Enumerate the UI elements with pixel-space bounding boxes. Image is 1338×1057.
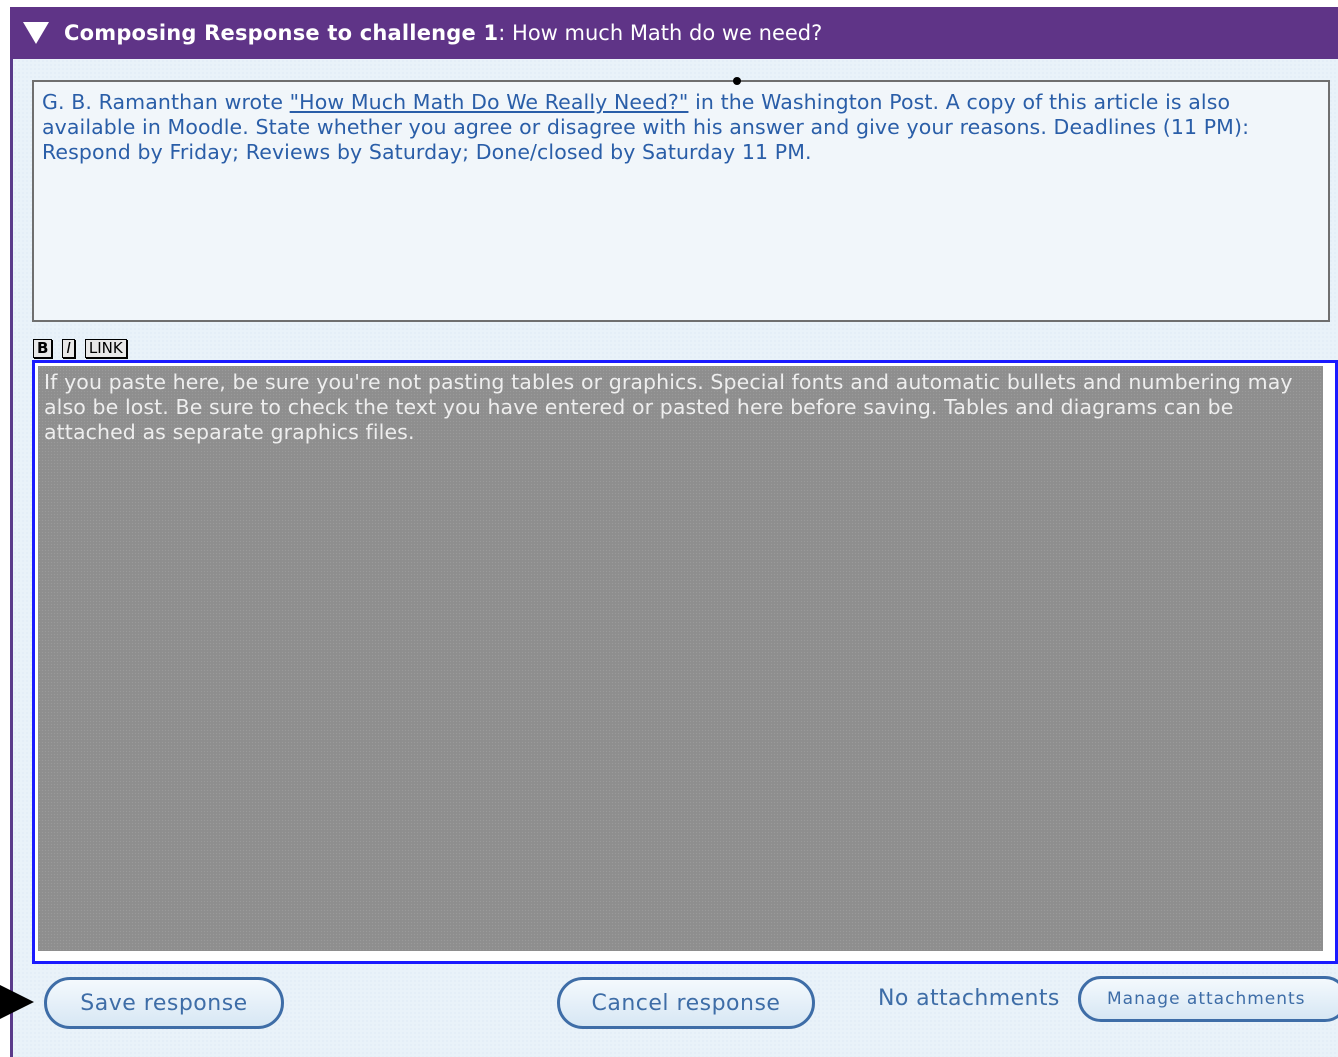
link-button[interactable]: LINK: [84, 339, 127, 358]
cancel-response-button[interactable]: Cancel response: [557, 977, 815, 1029]
format-toolbar: B I LINK: [33, 339, 127, 358]
attachments-status: No attachments: [878, 986, 1060, 1011]
italic-button[interactable]: I: [62, 339, 75, 358]
bold-button[interactable]: B: [33, 339, 53, 358]
challenge-prompt: G. B. Ramanthan wrote "How Much Math Do …: [32, 80, 1330, 322]
article-link[interactable]: "How Much Math Do We Really Need?": [290, 90, 689, 114]
header-title-rest: : How much Math do we need?: [498, 21, 823, 45]
response-editor-frame: If you paste here, be sure you're not pa…: [32, 360, 1338, 964]
panel-header: Composing Response to challenge 1: How m…: [10, 7, 1338, 59]
mouse-cursor-dot: [733, 77, 741, 85]
response-editor[interactable]: If you paste here, be sure you're not pa…: [38, 366, 1323, 951]
save-response-button[interactable]: Save response: [44, 977, 284, 1029]
header-title-bold: Composing Response to challenge 1: [64, 21, 499, 45]
arrow-right-icon: [0, 985, 34, 1019]
manage-attachments-button[interactable]: Manage attachments: [1078, 976, 1338, 1022]
collapse-triangle-icon[interactable]: [23, 22, 49, 44]
prompt-text-before: G. B. Ramanthan wrote: [42, 90, 290, 114]
